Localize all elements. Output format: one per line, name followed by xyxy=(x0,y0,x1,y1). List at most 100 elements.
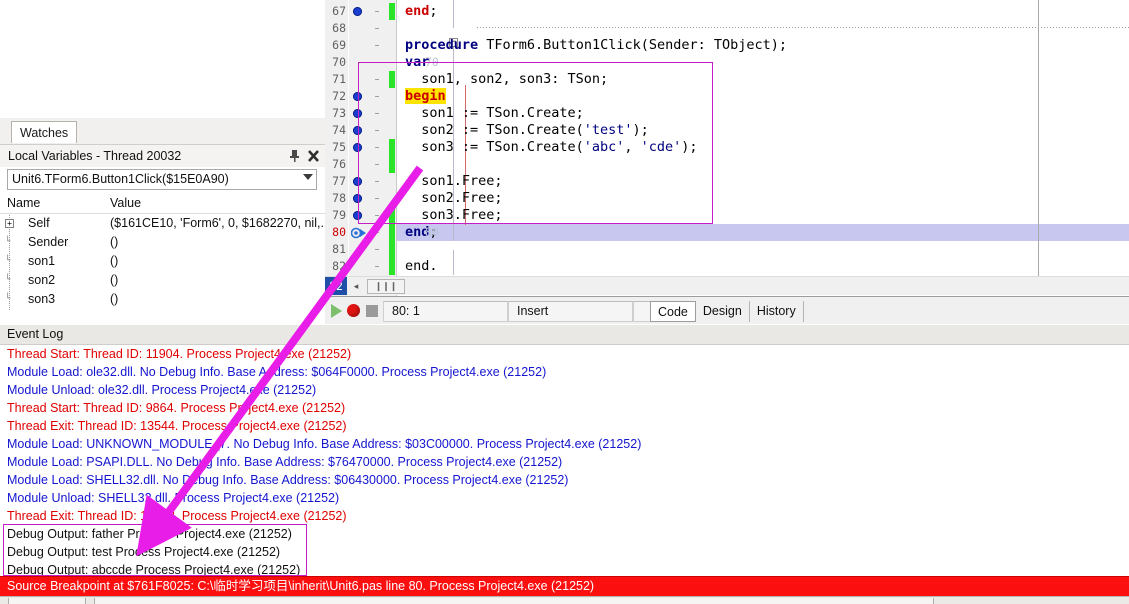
code-token: ); xyxy=(681,139,698,155)
variable-row[interactable]: └ son3 () xyxy=(0,291,325,310)
insert-mode-cell: Insert xyxy=(508,301,633,322)
editor-horizontal-scrollbar[interactable]: 82 ◂ ❙❙❙ xyxy=(325,276,1129,295)
event-log-list[interactable]: Thread Start: Thread ID: 11904. Process … xyxy=(0,345,1129,578)
record-icon[interactable] xyxy=(347,304,360,317)
tree-branch-icon: └ xyxy=(5,256,11,266)
scroll-left-arrow-icon[interactable]: ◂ xyxy=(349,279,363,293)
overview-tick xyxy=(375,198,379,199)
modified-line-bar xyxy=(389,258,395,275)
event-log-entry[interactable]: Thread Exit: Thread ID: 13544. Process P… xyxy=(7,417,347,435)
variable-name: Self xyxy=(28,216,50,230)
code-token: ; xyxy=(429,3,438,19)
variable-name: son3 xyxy=(28,292,56,306)
event-log-entry[interactable]: Module Load: ole32.dll. No Debug Info. B… xyxy=(7,363,546,381)
event-log-entry[interactable]: Thread Start: Thread ID: 9864. Process P… xyxy=(7,399,345,417)
event-log-entry[interactable]: Module Load: UNKNOWN_MODULE_7. No Debug … xyxy=(7,435,641,453)
event-log-entry[interactable]: Thread Start: Thread ID: 11904. Process … xyxy=(7,345,351,363)
code-token: begin xyxy=(405,88,446,104)
variable-row[interactable]: + Self ($161CE10, 'Form6', 0, $1682270, ni… xyxy=(0,215,331,234)
event-log-panel: Event Log Thread Start: Thread ID: 11904… xyxy=(0,325,1129,578)
variable-name: Sender xyxy=(28,235,69,249)
breakpoint-marker-icon[interactable] xyxy=(353,7,362,16)
line-number: 78 xyxy=(332,191,346,205)
variables-list: + Self ($161CE10, 'Form6', 0, $1682270, ni… xyxy=(0,215,331,310)
variable-value: () xyxy=(110,235,119,249)
scope-combobox[interactable]: Unit6.TForm6.Button1Click($15E0A90) xyxy=(7,169,317,190)
line-number: 80 xyxy=(332,225,346,239)
variables-column-header: Name Value xyxy=(0,195,325,214)
column-header-value: Value xyxy=(110,196,142,210)
event-log-entry[interactable]: Module Unload: SHELL32.dll. Process Proj… xyxy=(7,489,339,507)
expand-icon[interactable]: + xyxy=(5,219,14,228)
overview-tick xyxy=(375,147,379,148)
total-lines-badge: 82 xyxy=(325,277,347,295)
overview-tick xyxy=(375,215,379,216)
code-token: , xyxy=(624,139,641,155)
code-line: son2.Free; xyxy=(421,190,502,207)
code-token: end xyxy=(405,3,430,19)
breakpoint-marker-icon[interactable] xyxy=(353,211,362,220)
breakpoint-marker-icon[interactable] xyxy=(353,177,362,186)
event-log-entry[interactable]: Debug Output: test Process Project4.exe … xyxy=(7,543,280,561)
variable-row[interactable]: └ Sender () xyxy=(0,234,325,253)
pin-icon[interactable] xyxy=(288,148,301,162)
line-number: 67 xyxy=(332,4,346,18)
event-log-entry[interactable]: Module Unload: ole32.dll. Process Projec… xyxy=(7,381,316,399)
tree-branch-icon: └ xyxy=(5,294,11,304)
tab-watches[interactable]: Watches xyxy=(11,121,78,143)
code-token: 'test' xyxy=(583,122,633,138)
code-structure-guide xyxy=(453,0,454,28)
event-log-entry[interactable]: Module Load: PSAPI.DLL. No Debug Info. B… xyxy=(7,453,562,471)
editor-status-bar: 80: 1 Insert Code Design History xyxy=(325,296,1129,324)
overview-tick xyxy=(375,164,379,165)
code-editor[interactable]: − end; procedure TForm6.Button1Click(Send… xyxy=(325,0,1129,296)
line-number: 79 xyxy=(332,208,346,222)
overview-tick xyxy=(375,232,379,233)
tab-history[interactable]: History xyxy=(749,301,804,322)
tab-code[interactable]: Code xyxy=(650,301,696,322)
line-number: 75 xyxy=(332,140,346,154)
code-line: begin xyxy=(405,88,446,105)
scrollbar-thumb[interactable]: ❙❙❙ xyxy=(367,279,405,294)
tab-design[interactable]: Design xyxy=(695,301,750,322)
bottom-tab-1[interactable] xyxy=(8,598,86,604)
variable-value: ($161CE10, 'Form6', 0, $1682270, nil,... xyxy=(110,216,331,230)
code-text-area[interactable]: − end; procedure TForm6.Button1Click(Send… xyxy=(397,0,1129,296)
line-number: 81 xyxy=(332,242,346,256)
overview-tick xyxy=(375,28,379,29)
run-icon[interactable] xyxy=(331,304,342,318)
stop-icon[interactable] xyxy=(366,305,378,317)
breakpoint-marker-icon[interactable] xyxy=(353,126,362,135)
code-line: son1, son2, son3: TSon; xyxy=(421,71,608,88)
breakpoint-marker-icon[interactable] xyxy=(353,143,362,152)
code-token: son2 := TSon.Create( xyxy=(421,122,584,138)
event-log-entry[interactable]: Debug Output: father Process Project4.ex… xyxy=(7,525,292,543)
code-token: 'cde' xyxy=(640,139,682,155)
code-token: son3.Free; xyxy=(421,207,503,223)
column-header-name: Name xyxy=(7,196,41,210)
event-log-entry[interactable]: Thread Exit: Thread ID: 10292. Process P… xyxy=(7,507,347,525)
chevron-down-icon[interactable] xyxy=(303,174,313,180)
empty-top-left-region xyxy=(0,0,325,118)
source-breakpoint-banner[interactable]: Source Breakpoint at $761F8025: C:\临时学习项… xyxy=(0,576,1129,596)
modified-line-bar xyxy=(389,71,395,88)
ide-window: Watches Local Variables - Thread 20032 U… xyxy=(0,0,1129,604)
bottom-tab-2[interactable] xyxy=(94,598,934,604)
code-structure-guide xyxy=(453,250,454,275)
line-number: 77 xyxy=(332,174,346,188)
code-line: son2 := TSon.Create('test'); xyxy=(421,122,649,139)
variable-row[interactable]: └ son1 () xyxy=(0,253,325,272)
tree-branch-icon: └ xyxy=(5,275,11,285)
bottom-tab-strip[interactable] xyxy=(0,596,1129,604)
breakpoint-marker-icon[interactable] xyxy=(353,92,362,101)
panel-header-icons xyxy=(288,148,320,162)
variable-row[interactable]: └ son2 () xyxy=(0,272,325,291)
event-log-title: Event Log xyxy=(0,325,1129,345)
close-icon[interactable] xyxy=(307,148,320,162)
breakpoint-marker-icon[interactable] xyxy=(353,194,362,203)
breakpoint-marker-icon[interactable] xyxy=(353,109,362,118)
event-log-entry[interactable]: Module Load: SHELL32.dll. No Debug Info.… xyxy=(7,471,568,489)
overview-tick xyxy=(375,45,379,46)
tree-branch-icon: └ xyxy=(5,237,11,247)
line-number: 71 xyxy=(332,72,346,86)
